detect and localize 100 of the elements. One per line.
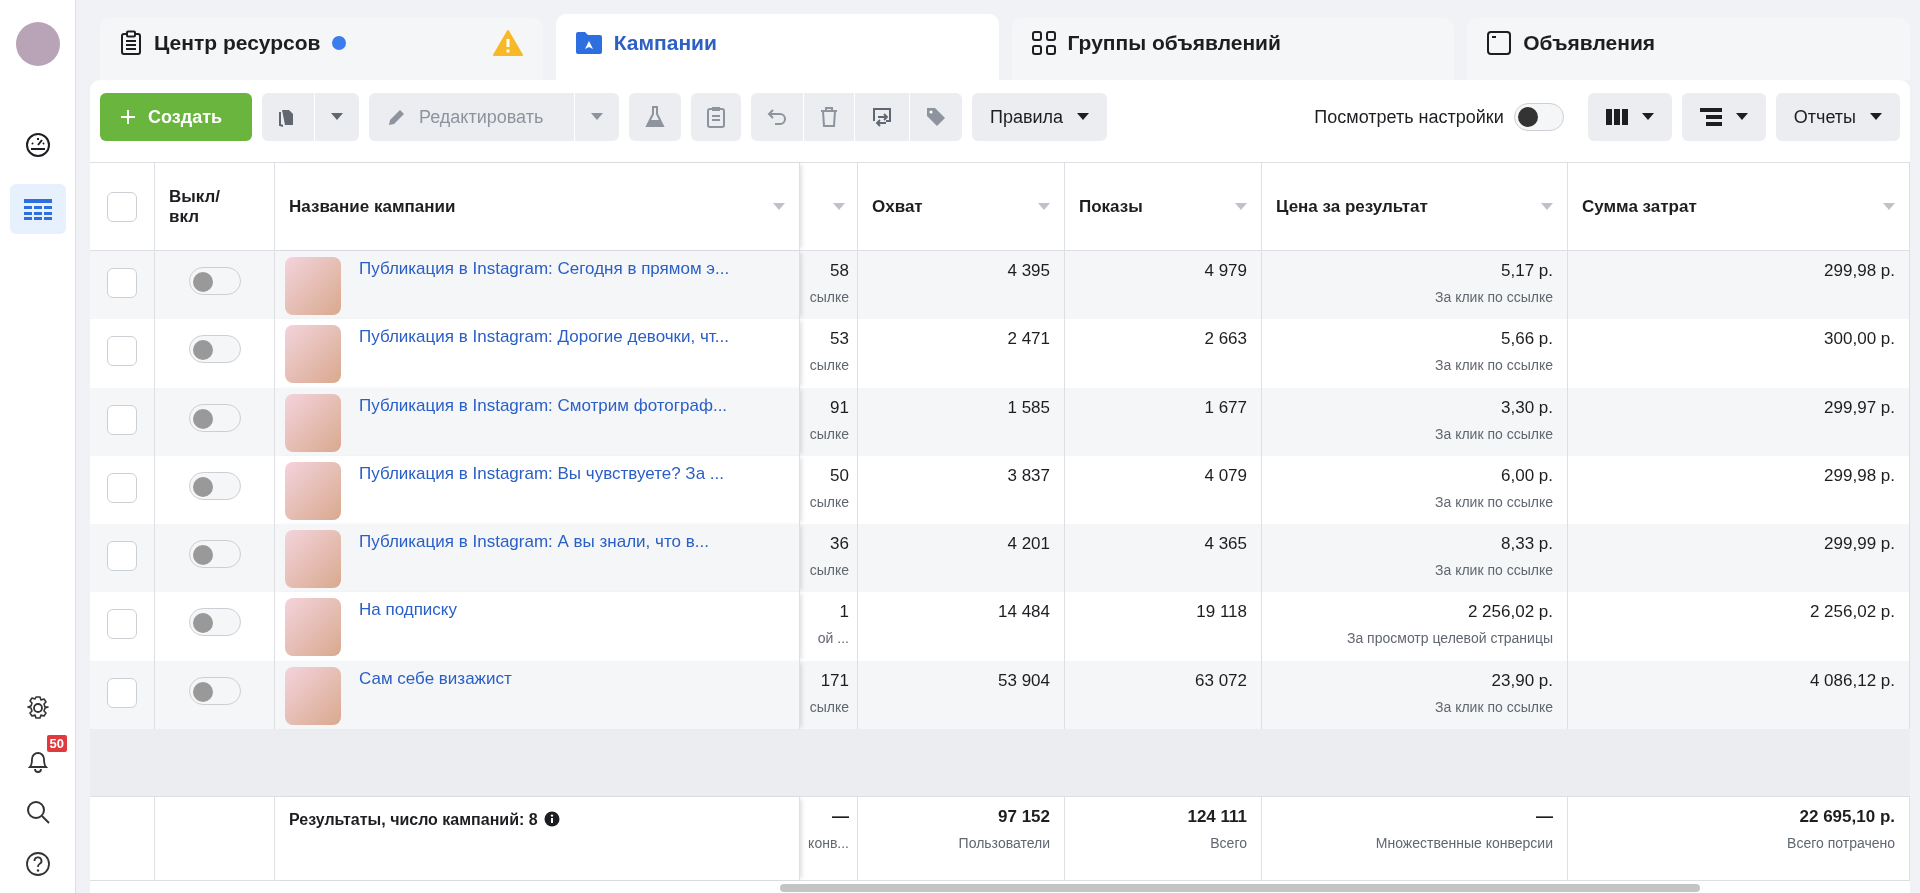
column-header[interactable]: Цена за результат	[1276, 196, 1428, 217]
sort-icon[interactable]	[1541, 202, 1553, 211]
campaign-toggle[interactable]	[188, 608, 241, 637]
table-cell: 4 395	[1007, 261, 1050, 282]
table-cell: 8,33 р.	[1501, 534, 1553, 555]
flask-icon	[645, 106, 665, 128]
select-all-checkbox[interactable]	[107, 191, 137, 222]
table-cell: 2 663	[1204, 329, 1247, 350]
caret-icon	[331, 113, 343, 121]
sort-icon[interactable]	[1883, 202, 1895, 211]
photo-placeholder	[285, 530, 341, 589]
plus-icon	[120, 109, 136, 125]
caret-icon	[1735, 113, 1748, 121]
breakdown-icon	[1699, 108, 1722, 126]
campaign-toggle[interactable]	[188, 403, 241, 432]
table-cell: 299,98 р.	[1824, 465, 1895, 486]
sort-icon[interactable]	[773, 202, 785, 211]
table-cell: 4 086,12 р.	[1809, 670, 1895, 691]
bell-icon[interactable]	[27, 751, 48, 773]
table-cell: 3 837	[1007, 465, 1050, 486]
campaign-link[interactable]: Публикация в Instagram: Сегодня в прямом э...	[359, 259, 730, 280]
campaign-toggle[interactable]	[188, 471, 241, 500]
photo-placeholder	[285, 666, 341, 725]
table-cell: 1	[839, 602, 849, 623]
clipboard-button[interactable]	[691, 93, 741, 141]
table-cell: Множественные конверсии	[1375, 835, 1553, 852]
table-cell: 22 695,10 р.	[1799, 807, 1895, 828]
table-cell: 23,90 р.	[1491, 670, 1553, 691]
table-cell: 300,00 р.	[1824, 329, 1895, 350]
campaign-link[interactable]: На подписку	[359, 600, 457, 621]
campaign-link[interactable]: Публикация в Instagram: Дорогие девочки, чт...	[359, 327, 729, 348]
campaign-link[interactable]: Публикация в Instagram: Смотрим фотограф...	[359, 395, 728, 416]
row-checkbox[interactable]	[107, 404, 137, 435]
campaign-toggle[interactable]	[188, 335, 241, 364]
table-cell: За клик по ссылке	[1435, 562, 1553, 579]
campaign-toggle[interactable]	[188, 676, 241, 705]
columns-button[interactable]	[1587, 93, 1672, 141]
help-icon[interactable]	[24, 851, 51, 877]
grid-icon	[1031, 31, 1056, 55]
swap-button[interactable]	[855, 93, 909, 141]
clipboard-icon	[120, 30, 142, 56]
table-cell: 4 201	[1007, 534, 1050, 555]
row-checkbox[interactable]	[107, 609, 137, 640]
duplicate-button[interactable]	[262, 93, 314, 141]
avatar-icon[interactable]	[15, 22, 60, 66]
column-header[interactable]: Сумма затрат	[1582, 196, 1697, 217]
window-icon	[1487, 31, 1512, 55]
table-cell: сылке	[809, 698, 849, 715]
table-cell: сылке	[809, 425, 849, 442]
campaign-link[interactable]: Публикация в Instagram: А вы знали, что в...	[359, 532, 709, 553]
table-cell: —	[832, 807, 849, 828]
gauge-icon	[24, 132, 51, 158]
tab[interactable]: Центр ресурсов	[100, 18, 543, 80]
column-header[interactable]: Охват	[872, 196, 923, 217]
columns-icon	[1605, 108, 1628, 126]
table-cell: За клик по ссылке	[1435, 289, 1553, 306]
tag-button[interactable]	[910, 93, 962, 141]
table-cell: 2 471	[1007, 329, 1050, 350]
delete-button[interactable]	[804, 93, 854, 141]
scrollbar-thumb[interactable]	[780, 884, 1700, 893]
row-checkbox[interactable]	[107, 336, 137, 367]
row-checkbox[interactable]	[107, 677, 137, 708]
flask-button[interactable]	[629, 93, 681, 141]
photo-placeholder	[285, 257, 341, 316]
table-cell: 299,97 р.	[1824, 397, 1895, 418]
undo-button[interactable]	[751, 93, 803, 141]
campaign-toggle[interactable]	[188, 267, 241, 296]
table-cell: 4 365	[1204, 534, 1247, 555]
row-checkbox[interactable]	[107, 541, 137, 572]
row-checkbox[interactable]	[107, 472, 137, 503]
tab[interactable]: Группы объявлений	[1011, 18, 1455, 80]
tab[interactable]: Объявления	[1467, 18, 1910, 80]
column-header[interactable]: Показы	[1079, 196, 1143, 217]
settings-icon[interactable]	[24, 695, 51, 721]
sort-icon[interactable]	[833, 202, 845, 211]
table-cell: 299,98 р.	[1824, 261, 1895, 282]
photo-placeholder	[285, 393, 341, 452]
campaign-link[interactable]: Сам себе визажист	[359, 668, 512, 689]
table-cell: 4 979	[1204, 261, 1247, 282]
sort-icon[interactable]	[1235, 202, 1247, 211]
results-summary: Результаты, число кампаний: 8	[289, 811, 538, 830]
dropdown-button[interactable]	[575, 93, 619, 141]
breakdown-button[interactable]	[1681, 93, 1766, 141]
reports-button[interactable]: Отчеты	[1775, 93, 1900, 141]
tab[interactable]: Кампании	[555, 14, 999, 80]
sort-icon[interactable]	[1038, 202, 1050, 211]
column-header[interactable]: Название кампании	[289, 196, 456, 217]
search-icon[interactable]	[24, 799, 51, 825]
table-cell: 299,99 р.	[1824, 534, 1895, 555]
view-settings-label: Посмотреть настройки	[1314, 106, 1504, 128]
row-checkbox[interactable]	[107, 268, 137, 299]
campaign-link[interactable]: Публикация в Instagram: Вы чувствуете? За ...	[359, 463, 724, 484]
campaign-toggle[interactable]	[188, 540, 241, 569]
rules-button[interactable]: Правила	[972, 93, 1108, 141]
view-settings-toggle[interactable]	[1513, 103, 1564, 131]
table-cell: сылке	[809, 562, 849, 579]
table-cell: Всего	[1210, 835, 1247, 852]
table-cell: 1 677	[1204, 397, 1247, 418]
table-cell: 5,66 р.	[1501, 329, 1553, 350]
info-icon[interactable]	[543, 811, 560, 828]
